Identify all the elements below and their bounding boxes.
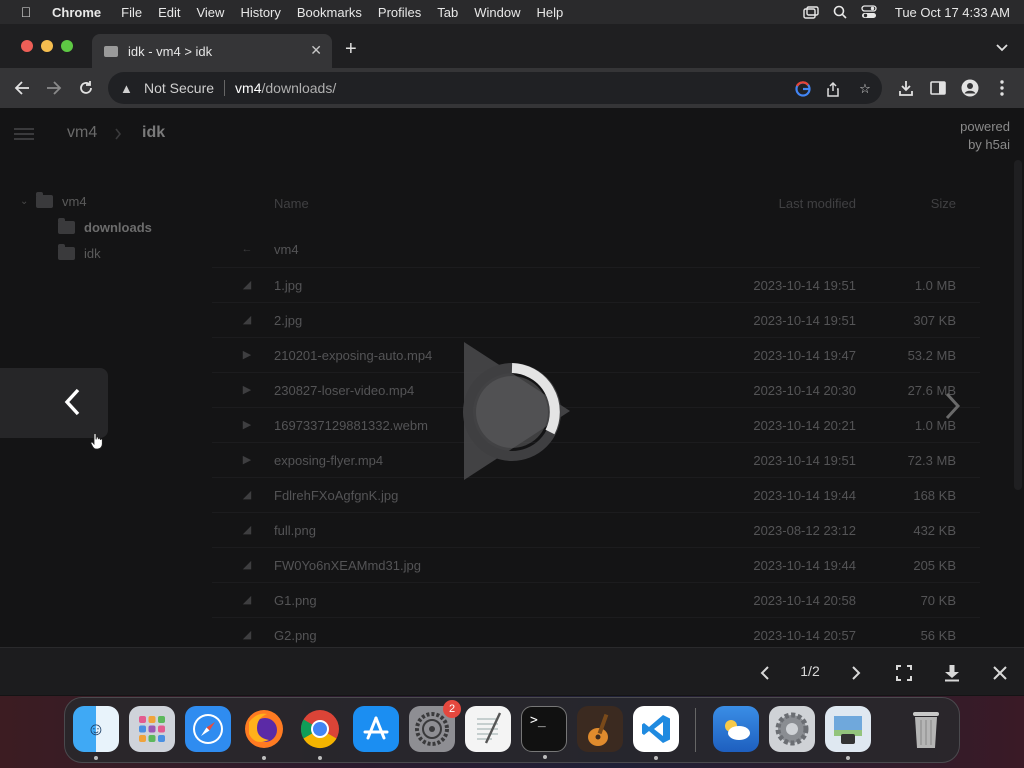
menu-file[interactable]: File (113, 5, 150, 20)
finder-icon[interactable]: ☺ (73, 706, 119, 760)
address-bar[interactable]: ▲ Not Secure vm4/downloads/ ☆ (108, 72, 882, 104)
apple-icon[interactable]:  (0, 4, 52, 20)
weather-icon[interactable] (713, 706, 759, 752)
side-panel-icon[interactable] (926, 76, 950, 100)
system-preferences-icon[interactable] (769, 706, 815, 752)
previous-chevron-icon[interactable] (58, 384, 88, 420)
system-settings-icon[interactable]: 2 (409, 700, 461, 752)
menu-help[interactable]: Help (529, 5, 572, 20)
textedit-icon[interactable] (465, 706, 511, 752)
launchpad-icon[interactable] (129, 706, 175, 752)
app-store-icon[interactable] (353, 706, 399, 752)
download-icon[interactable] (941, 662, 963, 684)
google-lens-icon[interactable] (794, 80, 812, 98)
warning-triangle-icon[interactable]: ▲ (120, 81, 136, 96)
downloads-icon[interactable] (894, 76, 918, 100)
menu-tab[interactable]: Tab (429, 5, 466, 20)
tab-active[interactable]: idk - vm4 > idk ✕ (92, 34, 332, 68)
window-close-button[interactable] (21, 40, 33, 52)
screen-mirroring-icon[interactable] (803, 5, 819, 19)
forward-arrow-icon[interactable] (42, 76, 66, 100)
garageband-icon[interactable] (577, 706, 623, 752)
menu-edit[interactable]: Edit (150, 5, 188, 20)
running-indicator (654, 756, 658, 760)
security-status[interactable]: Not Secure (144, 80, 214, 96)
back-arrow-icon[interactable] (10, 76, 34, 100)
menu-profiles[interactable]: Profiles (370, 5, 429, 20)
vscode-icon[interactable] (633, 706, 679, 760)
chrome-menu-kebab-icon[interactable] (990, 76, 1014, 100)
fullscreen-icon[interactable] (893, 662, 915, 684)
browser-toolbar: ▲ Not Secure vm4/downloads/ ☆ (0, 68, 1024, 108)
page-previous-icon[interactable] (754, 662, 776, 684)
menu-window[interactable]: Window (466, 5, 528, 20)
control-center-icon[interactable] (861, 5, 877, 19)
firefox-icon[interactable] (241, 706, 287, 760)
menu-view[interactable]: View (188, 5, 232, 20)
menu-history[interactable]: History (232, 5, 288, 20)
window-zoom-button[interactable] (61, 40, 73, 52)
page-counter: 1/2 (800, 663, 820, 679)
chrome-icon[interactable] (297, 706, 343, 760)
url-host: vm4 (235, 80, 262, 96)
address-divider (224, 80, 226, 96)
terminal-icon[interactable]: >_ (521, 706, 567, 759)
preview-overlay (0, 108, 1024, 696)
notification-badge: 2 (443, 700, 461, 718)
menu-bookmarks[interactable]: Bookmarks (289, 5, 370, 20)
tab-title: idk - vm4 > idk (128, 43, 213, 59)
close-preview-icon[interactable] (989, 662, 1011, 684)
preview-bottom-bar: 1/2 (0, 647, 1024, 695)
dock-separator (695, 708, 696, 752)
running-indicator (262, 756, 266, 760)
hand-cursor-icon (90, 433, 103, 450)
menu-app-name[interactable]: Chrome (52, 5, 113, 20)
url-path: /downloads/ (261, 80, 337, 96)
new-tab-plus-icon[interactable]: + (345, 39, 357, 59)
preview-app-icon[interactable] (825, 706, 871, 760)
running-indicator (94, 756, 98, 760)
macos-menubar:  Chrome File Edit View History Bookmark… (0, 0, 1024, 24)
spotlight-search-icon[interactable] (833, 5, 847, 19)
running-indicator (846, 756, 850, 760)
next-chevron-icon[interactable] (938, 388, 968, 424)
menubar-clock[interactable]: Tue Oct 17 4:33 AM (895, 5, 1010, 20)
tab-search-chevron-icon[interactable] (995, 40, 1009, 58)
share-icon[interactable] (824, 80, 842, 98)
tab-close-icon[interactable]: ✕ (310, 42, 322, 59)
reload-icon[interactable] (74, 76, 98, 100)
window-minimize-button[interactable] (41, 40, 53, 52)
running-indicator (318, 756, 322, 760)
running-indicator (543, 755, 547, 759)
loading-spinner-icon (463, 342, 570, 480)
profile-avatar-icon[interactable] (958, 76, 982, 100)
web-page: vm4 idk powered by h5ai ⌄ vm4 downloads … (0, 108, 1024, 696)
folder-icon (104, 45, 118, 57)
macos-dock: ☺ 2 >_ (64, 697, 960, 763)
safari-icon[interactable] (185, 706, 231, 752)
trash-icon[interactable] (903, 706, 949, 752)
page-next-icon[interactable] (845, 662, 867, 684)
previous-item-button[interactable] (0, 368, 108, 438)
bookmark-star-icon[interactable]: ☆ (856, 80, 874, 98)
